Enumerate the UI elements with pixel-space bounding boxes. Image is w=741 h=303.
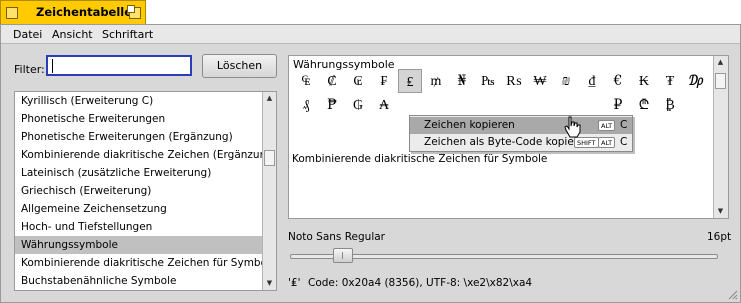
glyph-cell[interactable]: ₣ [372, 69, 396, 93]
filter-input[interactable] [46, 55, 192, 76]
glyph-cell-selected[interactable]: ₤ [398, 69, 422, 93]
scroll-up-icon[interactable]: ▲ [265, 94, 274, 103]
menu-item-copy-char[interactable]: Zeichen kopieren ALT C [410, 117, 632, 134]
list-item[interactable]: Kyrillisch (Erweiterung C) [15, 92, 263, 110]
glyph-cell[interactable]: ₪ [554, 69, 578, 93]
glyph-cell[interactable]: ₠ [294, 69, 318, 93]
menu-bar: Datei Ansicht Schriftart [1, 25, 740, 44]
scroll-up-icon[interactable]: ▲ [716, 58, 725, 67]
scroll-thumb[interactable] [264, 150, 275, 166]
list-item[interactable]: Hoch- und Tiefstellungen [15, 218, 263, 236]
list-item[interactable]: Griechisch (Erweiterung) [15, 182, 263, 200]
char-code-info: Code: 0x20a4 (8356), UTF-8: \xe2\x82\xa4 [308, 277, 533, 289]
context-menu: Zeichen kopieren ALT C Zeichen als Byte-… [409, 115, 633, 152]
window-frame: Datei Ansicht Schriftart Filter: Löschen… [0, 24, 741, 303]
list-item[interactable]: Kombinierende diakritische Zeichen für S… [15, 254, 263, 272]
list-item[interactable]: Phonetische Erweiterungen [15, 110, 263, 128]
menu-ansicht[interactable]: Ansicht [52, 28, 93, 41]
panel-scrollbar[interactable]: ▲ ▼ [713, 56, 728, 218]
list-item[interactable]: Lateinisch (zusätzliche Erweiterung) [15, 164, 263, 182]
list-item[interactable]: Phonetische Erweiterungen (Ergänzung) [15, 128, 263, 146]
scroll-thumb[interactable] [715, 73, 726, 89]
menu-schriftart[interactable]: Schriftart [102, 28, 153, 41]
font-size-label: 16pt [707, 231, 732, 243]
text-caret [52, 59, 53, 73]
glyph-cell[interactable]: ₰ [294, 93, 318, 117]
zoom-icon[interactable] [127, 5, 142, 20]
font-name: Noto Sans Regular [288, 231, 385, 243]
menu-datei[interactable]: Datei [13, 28, 42, 41]
menu-item-copy-bytecode[interactable]: Zeichen als Byte-Code kopieren SHIFT ALT… [410, 134, 632, 151]
glyph-cell[interactable]: ₨ [502, 69, 526, 93]
next-block-title: Kombinierende diakritische Zeichen für S… [292, 153, 548, 165]
glyph-cell[interactable]: ₮ [658, 69, 682, 93]
font-size-slider-handle[interactable] [332, 248, 353, 263]
clear-button[interactable]: Löschen [202, 54, 277, 78]
font-size-slider[interactable] [290, 254, 718, 259]
alt-key-icon: ALT [598, 120, 616, 131]
panel-scrollbar-track[interactable]: ▲ ▼ [714, 56, 728, 218]
window-title: Zeichentabelle [36, 5, 133, 19]
glyph-cell[interactable]: ₳ [372, 93, 396, 117]
block-list[interactable]: Kyrillisch (Erweiterung C) Phonetische E… [14, 91, 277, 291]
list-item[interactable]: Buchstabenähnliche Symbole [15, 272, 263, 290]
glyph-cell[interactable]: ₯ [684, 69, 708, 93]
glyph-cell[interactable]: ₢ [346, 69, 370, 93]
block-list-scrollbar[interactable]: ▲ ▼ [262, 92, 276, 290]
main-content: Filter: Löschen Kyrillisch (Erweiterung … [1, 44, 740, 302]
filter-label: Filter: [14, 63, 45, 76]
list-item[interactable]: Allgemeine Zeichensetzung [15, 200, 263, 218]
glyph-cell[interactable]: ₭ [632, 69, 656, 93]
list-item[interactable]: Kombinierende diakritische Zeichen (Ergä… [15, 146, 263, 164]
scroll-down-icon[interactable]: ▼ [716, 207, 725, 216]
glyph-cell[interactable]: ₦ [450, 69, 474, 93]
alt-key-icon: ALT [598, 137, 616, 148]
scroll-down-icon[interactable]: ▼ [265, 279, 274, 288]
glyph-cell[interactable]: ₫ [580, 69, 604, 93]
glyph-cell[interactable]: ₥ [424, 69, 448, 93]
glyph-cell[interactable]: ₲ [346, 93, 370, 117]
glyph-cell[interactable]: ₿ [658, 93, 682, 117]
glyph-cell[interactable]: ₡ [320, 69, 344, 93]
glyph-cell[interactable]: € [606, 69, 630, 93]
window-tab[interactable]: Zeichentabelle [0, 0, 146, 24]
list-item-selected[interactable]: Währungssymbole [15, 236, 263, 254]
shift-key-icon: SHIFT [574, 137, 599, 148]
resize-grip-icon[interactable] [726, 288, 738, 300]
glyph-cell[interactable]: ₩ [528, 69, 552, 93]
glyph-cell[interactable]: ₾ [632, 93, 656, 117]
glyph-cell[interactable]: ₽ [606, 93, 630, 117]
glyph-cell[interactable]: ₱ [320, 93, 344, 117]
glyph-cell[interactable]: ₧ [476, 69, 500, 93]
close-icon[interactable] [6, 7, 18, 19]
selected-char: '₤' [288, 277, 301, 289]
hand-pointer-icon [564, 116, 581, 138]
